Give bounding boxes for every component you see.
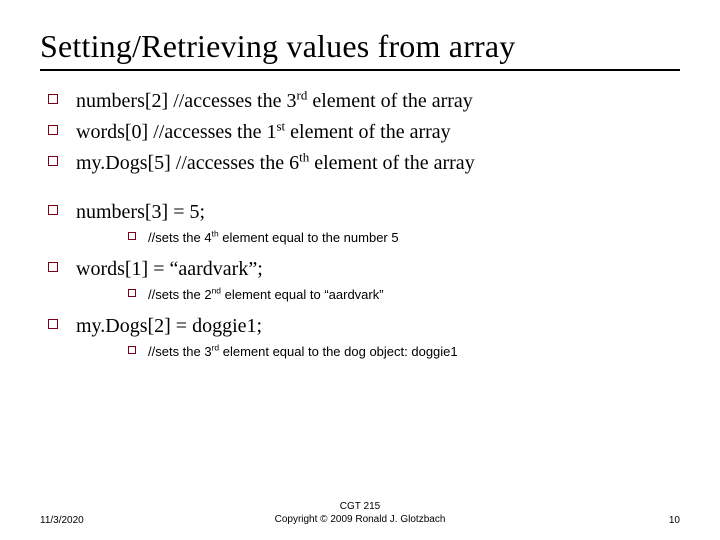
slide: Setting/Retrieving values from array num… [0, 0, 720, 362]
ordinal: nd [212, 286, 221, 296]
bullet-list: numbers[3] = 5; //sets the 4th element e… [40, 198, 680, 362]
footer-course: CGT 215 [340, 501, 380, 512]
spacer [40, 180, 680, 198]
text: element of the array [309, 152, 474, 174]
sub-list: //sets the 4th element equal to the numb… [76, 229, 680, 247]
bullet-item: numbers[3] = 5; //sets the 4th element e… [40, 198, 680, 247]
ordinal: st [277, 118, 286, 133]
text: //sets the 3 [148, 344, 212, 359]
text: element of the array [307, 90, 472, 112]
bullet-item: words[0] //accesses the 1st element of t… [40, 118, 680, 147]
sub-item: //sets the 4th element equal to the numb… [76, 229, 680, 247]
sub-item: //sets the 3rd element equal to the dog … [76, 343, 680, 361]
footer-copyright: Copyright © 2009 Ronald J. Glotzbach [275, 514, 446, 525]
text: my.Dogs[5] //accesses the 6 [76, 152, 299, 174]
footer-page-number: 10 [669, 515, 680, 526]
bullet-item: words[1] = “aardvark”; //sets the 2nd el… [40, 255, 680, 304]
bullet-item: my.Dogs[2] = doggie1; //sets the 3rd ele… [40, 312, 680, 361]
text: element equal to the number 5 [219, 230, 399, 245]
bullet-list: numbers[2] //accesses the 3rd element of… [40, 87, 680, 178]
sub-list: //sets the 2nd element equal to “aardvar… [76, 286, 680, 304]
sub-item: //sets the 2nd element equal to “aardvar… [76, 286, 680, 304]
text: element equal to the dog object: doggie1 [219, 344, 458, 359]
text: //sets the 2 [148, 287, 212, 302]
text: element of the array [285, 121, 450, 143]
footer-center: CGT 215 Copyright © 2009 Ronald J. Glotz… [0, 501, 720, 526]
title-underline [40, 69, 680, 71]
bullet-item: numbers[2] //accesses the 3rd element of… [40, 87, 680, 116]
text: words[1] = “aardvark”; [76, 258, 263, 280]
text: words[0] //accesses the 1 [76, 121, 277, 143]
ordinal: rd [212, 343, 220, 353]
ordinal: th [212, 229, 219, 239]
sub-list: //sets the 3rd element equal to the dog … [76, 343, 680, 361]
bullet-item: my.Dogs[5] //accesses the 6th element of… [40, 149, 680, 178]
text: //sets the 4 [148, 230, 212, 245]
text: numbers[2] //accesses the 3 [76, 90, 296, 112]
ordinal: th [299, 149, 309, 164]
ordinal: rd [296, 87, 307, 102]
text: element equal to “aardvark” [221, 287, 384, 302]
text: numbers[3] = 5; [76, 201, 205, 223]
text: my.Dogs[2] = doggie1; [76, 315, 262, 337]
slide-title: Setting/Retrieving values from array [40, 28, 680, 65]
